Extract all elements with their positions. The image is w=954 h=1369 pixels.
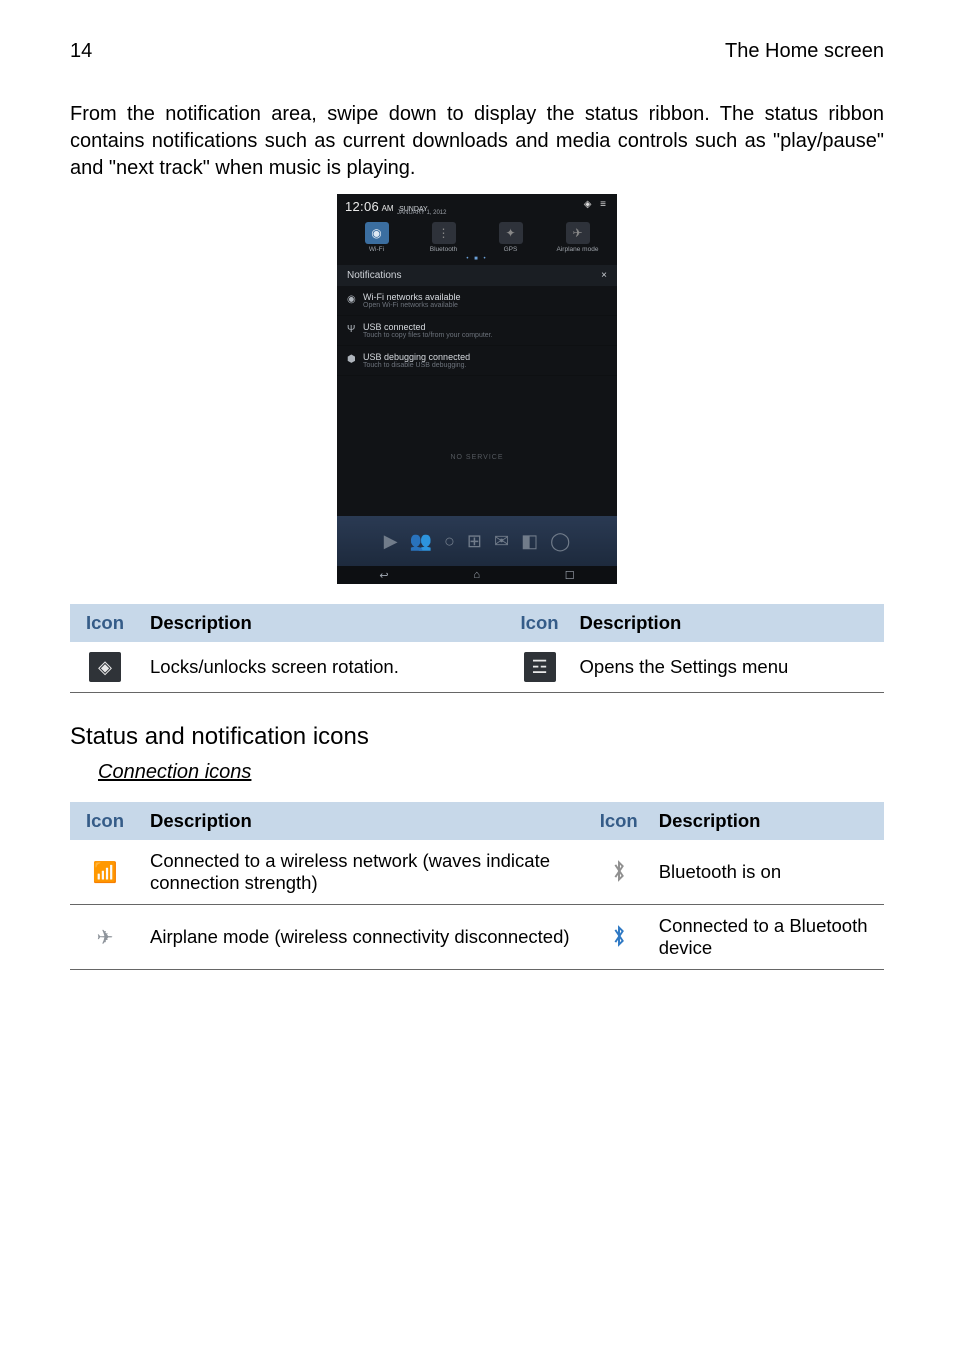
browser-icon: ○ bbox=[444, 531, 455, 552]
people-icon: 👥 bbox=[410, 531, 432, 552]
notification-row: ⬢ USB debugging connected Touch to disab… bbox=[337, 346, 617, 376]
airplane-mode-icon: ✈ bbox=[91, 924, 119, 950]
th-icon: Icon bbox=[70, 604, 140, 642]
table-row: 📶 Connected to a wireless network (waves… bbox=[70, 840, 884, 905]
table-row: ✈ Airplane mode (wireless connectivity d… bbox=[70, 905, 884, 970]
navbar: ↩ ⌂ ☐ bbox=[337, 566, 617, 584]
th-description: Description bbox=[570, 604, 884, 642]
mail-icon: ✉ bbox=[494, 531, 509, 552]
wifi-connected-icon: 📶 bbox=[91, 859, 119, 885]
page-number: 14 bbox=[70, 40, 92, 63]
status-right-icons: ◈ ≡ bbox=[584, 199, 609, 210]
notification-row: Ψ USB connected Touch to copy files to/f… bbox=[337, 316, 617, 346]
bluetooth-connected-icon bbox=[605, 923, 633, 949]
tile-bluetooth: ⋮Bluetooth bbox=[410, 222, 477, 253]
camera-icon: ◧ bbox=[521, 531, 538, 552]
cell-description: Bluetooth is on bbox=[649, 840, 884, 905]
recents-icon: ☐ bbox=[565, 569, 575, 582]
dial-icon: ◯ bbox=[550, 531, 570, 552]
intro-paragraph: From the notification area, swipe down t… bbox=[70, 101, 884, 182]
th-description: Description bbox=[649, 802, 884, 840]
cell-description: Connected to a Bluetooth device bbox=[649, 905, 884, 970]
connection-icons-table: Icon Description Icon Description 📶 Conn… bbox=[70, 802, 884, 970]
clear-notifications-icon: × bbox=[601, 270, 607, 281]
notification-row: ◉ Wi-Fi networks available Open Wi-Fi ne… bbox=[337, 286, 617, 316]
th-icon: Icon bbox=[589, 802, 649, 840]
section-heading: Status and notification icons bbox=[70, 723, 884, 751]
bug-icon: ⬢ bbox=[347, 352, 363, 365]
cell-description: Airplane mode (wireless connectivity dis… bbox=[140, 905, 589, 970]
usb-icon: Ψ bbox=[347, 322, 363, 335]
th-icon: Icon bbox=[70, 802, 140, 840]
no-service-label: NO SERVICE bbox=[337, 454, 617, 461]
settings-sliders-icon: ☲ bbox=[524, 652, 556, 682]
top-icons-table: Icon Description Icon Description ◈ Lock… bbox=[70, 604, 884, 693]
apps-icon: ⊞ bbox=[467, 531, 482, 552]
tile-airplane: ✈Airplane mode bbox=[544, 222, 611, 253]
status-date: JANUARY 1, 2012 bbox=[397, 210, 609, 216]
wifi-icon: ◉ bbox=[347, 292, 363, 305]
back-icon: ↩ bbox=[379, 569, 388, 582]
status-ampm: AM bbox=[382, 204, 394, 213]
play-icon: ▶ bbox=[384, 531, 398, 552]
cell-description: Locks/unlocks screen rotation. bbox=[140, 642, 510, 693]
notifications-heading: Notifications bbox=[347, 270, 401, 281]
section-title: The Home screen bbox=[725, 40, 884, 63]
home-icon: ⌂ bbox=[473, 569, 480, 581]
sub-heading: Connection icons bbox=[98, 761, 884, 784]
th-description: Description bbox=[140, 604, 510, 642]
dock: ▶ 👥 ○ ⊞ ✉ ◧ ◯ bbox=[337, 516, 617, 566]
cell-description: Opens the Settings menu bbox=[570, 642, 884, 693]
th-description: Description bbox=[140, 802, 589, 840]
cell-description: Connected to a wireless network (waves i… bbox=[140, 840, 589, 905]
bluetooth-on-icon bbox=[605, 858, 633, 884]
notification-shade-screenshot: 12:06 AM SUNDAY ◈ ≡ JANUARY 1, 2012 ◉Wi-… bbox=[337, 194, 617, 584]
page-dots: • ■ • bbox=[337, 255, 617, 265]
status-time: 12:06 bbox=[345, 199, 379, 214]
rotation-lock-icon: ◈ bbox=[89, 652, 121, 682]
table-row: ◈ Locks/unlocks screen rotation. ☲ Opens… bbox=[70, 642, 884, 693]
tile-wifi: ◉Wi-Fi bbox=[343, 222, 410, 253]
th-icon: Icon bbox=[510, 604, 570, 642]
tile-gps: ✦GPS bbox=[477, 222, 544, 253]
